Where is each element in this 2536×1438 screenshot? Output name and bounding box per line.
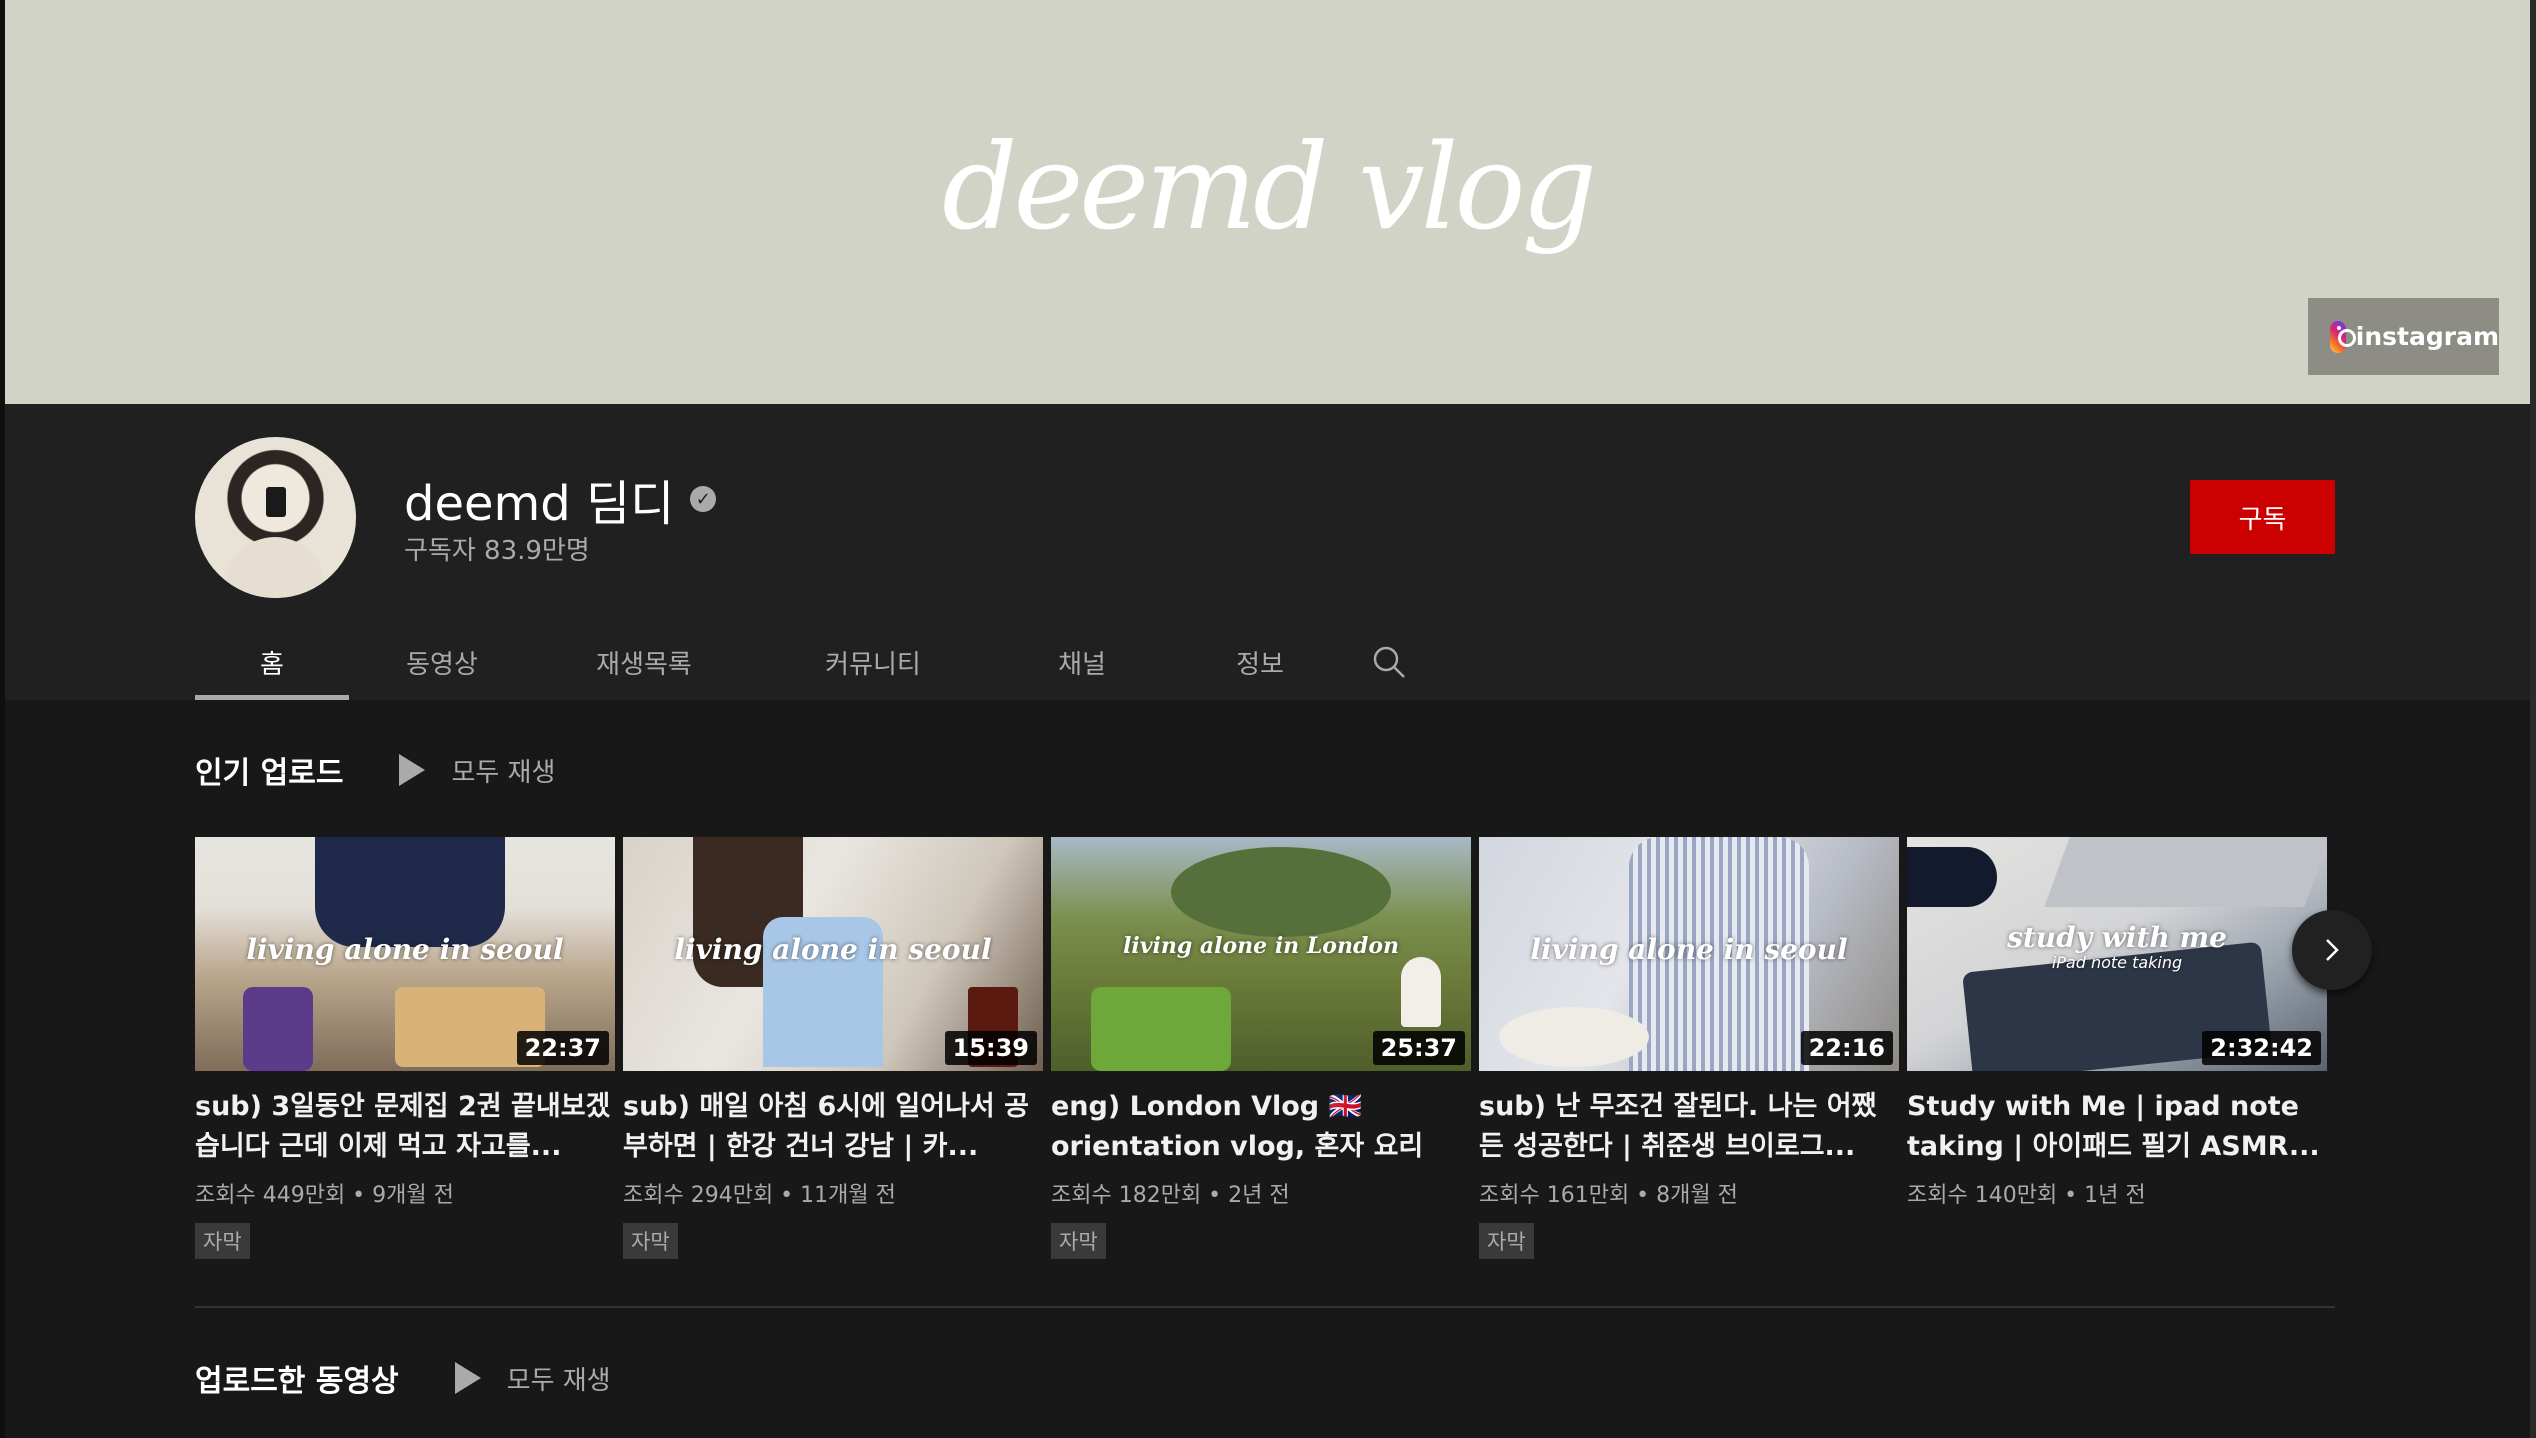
channel-content: 인기 업로드 모두 재생 living alone in seoul 22:37… bbox=[5, 700, 2530, 1438]
play-all-button[interactable]: 모두 재생 bbox=[454, 1360, 611, 1397]
video-meta: 조회수 161만회 • 8개월 전 bbox=[1479, 1183, 1738, 1208]
video-title[interactable]: sub) 3일동안 문제집 2권 끝내보겠습니다 근데 이제 먹고 자고를... bbox=[195, 1087, 615, 1167]
play-icon bbox=[399, 754, 426, 786]
duration-badge: 2:32:42 bbox=[2202, 1031, 2321, 1065]
play-all-label: 모두 재생 bbox=[451, 757, 556, 788]
video-shelf: living alone in seoul 22:37 sub) 3일동안 문제… bbox=[195, 837, 2327, 1259]
thumbnail-subcaption: iPad note taking bbox=[2051, 953, 2183, 972]
tab-channels[interactable]: 채널 bbox=[993, 624, 1171, 700]
thumbnail-caption: study with me bbox=[2007, 921, 2227, 954]
duration-badge: 25:37 bbox=[1372, 1031, 1465, 1065]
section-divider bbox=[195, 1306, 2335, 1308]
thumb-bag bbox=[1091, 987, 1231, 1071]
tab-videos[interactable]: 동영상 bbox=[349, 624, 535, 700]
video-meta: 조회수 182만회 • 2년 전 bbox=[1051, 1183, 1290, 1208]
duration-badge: 15:39 bbox=[944, 1031, 1037, 1065]
video-card[interactable]: living alone in seoul 22:37 sub) 3일동안 문제… bbox=[195, 837, 615, 1259]
uploads-section-header: 업로드한 동영상 모두 재생 bbox=[195, 1356, 611, 1400]
banner-title: deemd vlog bbox=[941, 118, 1597, 256]
video-meta: 조회수 140만회 • 1년 전 bbox=[1907, 1183, 2146, 1208]
thumbnail-caption: living alone in seoul bbox=[674, 933, 992, 966]
channel-banner: deemd vlog instagram bbox=[5, 0, 2530, 404]
instagram-link-label: instagram bbox=[2355, 322, 2499, 351]
instagram-icon bbox=[2330, 320, 2356, 353]
video-meta: 조회수 449만회 • 9개월 전 bbox=[195, 1183, 454, 1208]
search-icon bbox=[1373, 646, 1405, 678]
video-thumbnail[interactable]: living alone in London 25:37 bbox=[1051, 837, 1471, 1071]
play-all-button[interactable]: 모두 재생 bbox=[399, 752, 555, 789]
caption-badge: 자막 bbox=[623, 1223, 678, 1259]
caption-badge: 자막 bbox=[1479, 1223, 1534, 1259]
section-title: 업로드한 동영상 bbox=[195, 1364, 399, 1399]
thumbnail-caption: living alone in London bbox=[1122, 933, 1400, 959]
video-card[interactable]: living alone in seoul 22:16 sub) 난 무조건 잘… bbox=[1479, 837, 1899, 1259]
video-title[interactable]: eng) London Vlog 🇬🇧 orientation vlog, 혼자… bbox=[1051, 1087, 1471, 1167]
channel-name: deemd 딤디 ✓ bbox=[404, 464, 717, 534]
subscribe-button[interactable]: 구독 bbox=[2190, 480, 2335, 554]
video-title[interactable]: sub) 난 무조건 잘된다. 나는 어쨌든 성공한다 | 취준생 브이로그..… bbox=[1479, 1087, 1899, 1167]
video-title[interactable]: Study with Me | ipad note taking | 아이패드 … bbox=[1907, 1087, 2327, 1167]
tab-playlists[interactable]: 재생목록 bbox=[535, 624, 753, 700]
video-card[interactable]: study with me iPad note taking 2:32:42 S… bbox=[1907, 837, 2327, 1259]
thumbnail-caption: living alone in seoul bbox=[246, 933, 564, 966]
channel-header: deemd 딤디 ✓ 구독자 83.9만명 구독 홈 동영상 재생목록 커뮤니티… bbox=[5, 404, 2530, 700]
caption-badge: 자막 bbox=[195, 1223, 250, 1259]
video-card[interactable]: living alone in London 25:37 eng) London… bbox=[1051, 837, 1471, 1259]
video-title[interactable]: sub) 매일 아침 6시에 일어나서 공부하면 | 한강 건너 강남 | 카.… bbox=[623, 1087, 1043, 1167]
thumb-plate bbox=[1499, 1007, 1649, 1067]
thumb-figure bbox=[315, 837, 505, 947]
video-thumbnail[interactable]: living alone in seoul 22:16 bbox=[1479, 837, 1899, 1071]
channel-tabs: 홈 동영상 재생목록 커뮤니티 채널 정보 bbox=[195, 624, 1429, 700]
video-card[interactable]: living alone in seoul 15:39 sub) 매일 아침 6… bbox=[623, 837, 1043, 1259]
thumb-sleeve bbox=[1907, 847, 1997, 907]
thumb-jar bbox=[243, 987, 313, 1071]
subscriber-count: 구독자 83.9만명 bbox=[404, 536, 590, 566]
channel-name-text: deemd 딤디 bbox=[404, 476, 675, 532]
video-thumbnail[interactable]: living alone in seoul 22:37 bbox=[195, 837, 615, 1071]
caption-badge: 자막 bbox=[1051, 1223, 1106, 1259]
tab-about[interactable]: 정보 bbox=[1171, 624, 1349, 700]
shelf-next-button[interactable] bbox=[2292, 910, 2372, 990]
avatar[interactable] bbox=[195, 437, 356, 598]
search-tab[interactable] bbox=[1349, 624, 1429, 700]
section-title: 인기 업로드 bbox=[195, 756, 344, 791]
thumb-tree bbox=[1171, 847, 1391, 937]
video-thumbnail[interactable]: study with me iPad note taking 2:32:42 bbox=[1907, 837, 2327, 1071]
video-thumbnail[interactable]: living alone in seoul 15:39 bbox=[623, 837, 1043, 1071]
tab-home[interactable]: 홈 bbox=[195, 624, 349, 700]
play-all-label: 모두 재생 bbox=[506, 1365, 611, 1396]
avatar-phone bbox=[266, 487, 286, 517]
thumb-laptop bbox=[2044, 837, 2327, 907]
scrollbar[interactable] bbox=[2530, 0, 2536, 1438]
tab-community[interactable]: 커뮤니티 bbox=[753, 624, 993, 700]
thumbnail-caption: living alone in seoul bbox=[1530, 933, 1848, 966]
play-icon bbox=[454, 1362, 481, 1394]
verified-check-icon: ✓ bbox=[690, 486, 717, 512]
avatar-figure bbox=[225, 537, 325, 598]
duration-badge: 22:16 bbox=[1800, 1031, 1893, 1065]
duration-badge: 22:37 bbox=[516, 1031, 609, 1065]
video-meta: 조회수 294만회 • 11개월 전 bbox=[623, 1183, 896, 1208]
chevron-right-icon bbox=[2326, 939, 2339, 961]
instagram-link[interactable]: instagram bbox=[2308, 298, 2499, 375]
thumb-ghost bbox=[1401, 957, 1441, 1027]
popular-section-header: 인기 업로드 모두 재생 bbox=[195, 748, 555, 792]
